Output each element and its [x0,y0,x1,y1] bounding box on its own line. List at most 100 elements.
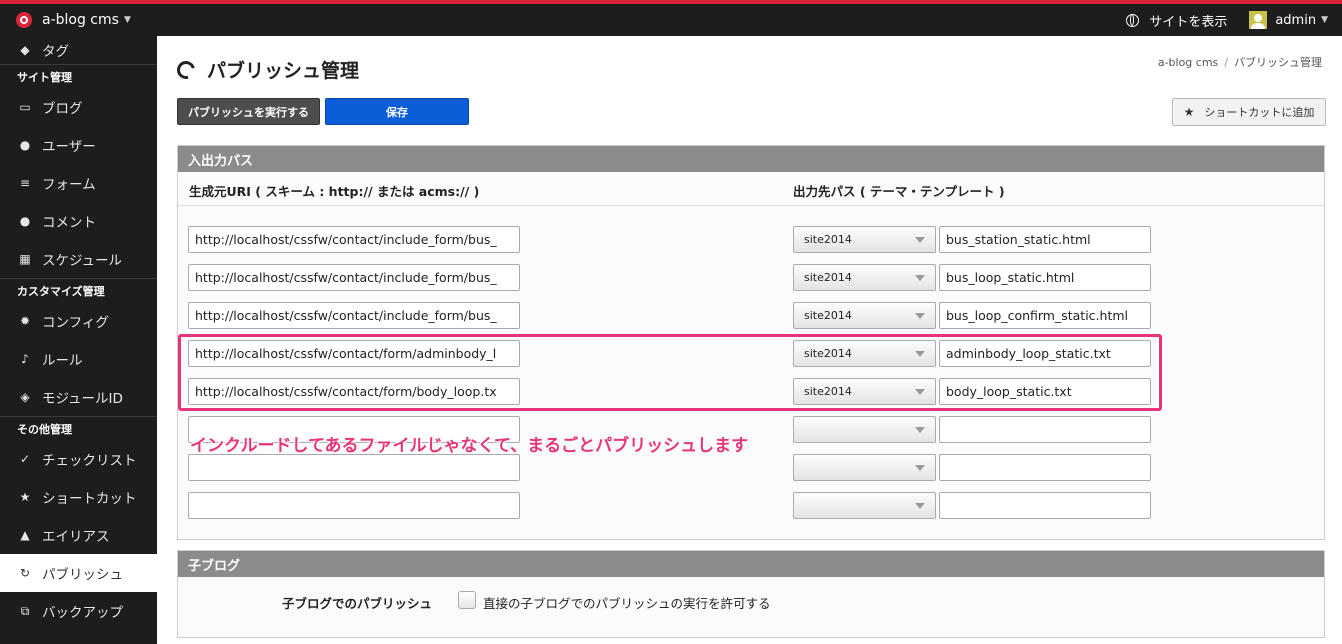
sidebar-item-label: バックアップ [42,605,123,621]
star-icon: ★ [19,490,31,504]
module-icon: ◈ [20,390,30,404]
save-button[interactable]: 保存 [325,98,469,125]
theme-select-value: site2014 [804,309,852,322]
sidebar-item-label: パブリッシュ [42,567,123,583]
sidebar-item-label: ルール [42,353,83,369]
run-publish-button[interactable]: パブリッシュを実行する [177,98,320,125]
main-content: パブリッシュ管理 a-blog cms / パブリッシュ管理 パブリッシュを実行する… [157,36,1342,644]
sidebar-item-label: コンフィグ [42,315,109,331]
table-row [178,454,1324,484]
output-file-input[interactable]: bus_loop_static.html [939,264,1151,291]
sidebar-item-backup[interactable]: ⧉ バックアップ [0,592,157,630]
output-file-input[interactable]: bus_station_static.html [939,226,1151,253]
annotation-text: インクルードしてあるファイルじゃなくて、まるごとパブリッシュします [190,436,749,456]
alias-icon: ▲ [20,528,30,542]
output-file-input[interactable] [939,416,1151,443]
output-file-input[interactable]: bus_loop_confirm_static.html [939,302,1151,329]
globe-icon [1126,13,1140,27]
sidebar-item-label: スケジュール [42,253,123,269]
breadcrumb-home[interactable]: a-blog cms [1158,56,1218,69]
avatar[interactable] [1249,11,1268,29]
sidebar-item-blog[interactable]: ▭ ブログ [0,88,157,126]
sidebar-item-schedule[interactable]: ▦ スケジュール [0,240,157,278]
chevron-down-icon: ▼ [1321,15,1328,25]
gear-icon: ✹ [19,314,31,328]
sidebar-item-config[interactable]: ✹ コンフィグ [0,302,157,340]
sidebar-item-user[interactable]: ● ユーザー [0,126,157,164]
sidebar-item-label: コメント [42,215,96,231]
sidebar-item-publish[interactable]: ↻ パブリッシュ [0,554,157,592]
comment-icon: ● [19,214,31,228]
check-icon: ✓ [19,452,31,466]
tag-icon: ◆ [20,43,30,57]
sidebar-item-shortcut[interactable]: ★ ショートカット [0,478,157,516]
chevron-down-icon [915,503,925,509]
sidebar-item-comment[interactable]: ● コメント [0,202,157,240]
child-publish-label: 子ブログでのパブリッシュ [282,596,433,611]
calendar-icon: ▦ [19,252,31,266]
publish-icon [173,57,199,82]
theme-select-value: site2014 [804,233,852,246]
sidebar-section-site: サイト管理 [0,64,157,88]
allow-child-publish-checkbox[interactable] [458,591,476,609]
sidebar-item-form[interactable]: ≡ フォーム [0,164,157,202]
source-uri-input[interactable]: http://localhost/cssfw/contact/include_f… [188,264,520,291]
source-uri-input[interactable] [188,454,520,481]
ablogcms-logo-icon [16,12,32,28]
theme-select-value: site2014 [804,271,852,284]
output-file-input[interactable]: adminbody_loop_static.txt [939,340,1151,367]
table-row: http://localhost/cssfw/contact/form/body… [178,378,1324,408]
theme-select[interactable]: site2014 [793,226,936,253]
child-blog-row: 子ブログでのパブリッシュ 直接の子ブログでのパブリッシュの実行を許可する [178,577,1324,639]
chevron-down-icon [915,351,925,357]
output-file-input[interactable]: body_loop_static.txt [939,378,1151,405]
user-menu[interactable]: admin [1275,13,1316,28]
add-shortcut-button[interactable]: ★ ショートカットに追加 [1172,98,1326,126]
page-title: パブリッシュ管理 [173,56,360,83]
sidebar-item-module[interactable]: ◈ モジュールID [0,378,157,416]
allow-child-publish-text[interactable]: 直接の子ブログでのパブリッシュの実行を許可する [483,593,771,612]
top-bar: a-blog cms ▼ サイトを表示 admin ▼ [0,0,1342,36]
brand-menu[interactable]: a-blog cms ▼ [16,9,131,31]
source-uri-header: 生成元URI ( スキーム : http:// または acms:// ) [189,184,480,199]
child-blog-panel: 子ブログ 子ブログでのパブリッシュ 直接の子ブログでのパブリッシュの実行を許可す… [177,550,1325,638]
chevron-down-icon [915,427,925,433]
sidebar-item-alias[interactable]: ▲ エイリアス [0,516,157,554]
chevron-down-icon [915,389,925,395]
source-uri-input[interactable]: http://localhost/cssfw/contact/form/admi… [188,340,520,367]
theme-select[interactable] [793,454,936,481]
page-title-text: パブリッシュ管理 [207,60,360,82]
table-row: http://localhost/cssfw/contact/include_f… [178,264,1324,294]
sidebar-item-tag[interactable]: ◆ タグ [0,36,157,64]
theme-select[interactable]: site2014 [793,302,936,329]
output-file-input[interactable] [939,492,1151,519]
user-icon: ● [19,138,31,152]
source-uri-input[interactable]: http://localhost/cssfw/contact/include_f… [188,302,520,329]
source-uri-input[interactable] [188,492,520,519]
sidebar-section-other: その他管理 [0,416,157,440]
child-panel-header: 子ブログ [178,551,1324,577]
theme-select[interactable] [793,492,936,519]
source-uri-input[interactable]: http://localhost/cssfw/contact/form/body… [188,378,520,405]
theme-select[interactable]: site2014 [793,340,936,367]
theme-select[interactable]: site2014 [793,378,936,405]
sidebar-item-checklist[interactable]: ✓ チェックリスト [0,440,157,478]
source-uri-input[interactable]: http://localhost/cssfw/contact/include_f… [188,226,520,253]
rule-icon: ♪ [21,352,29,366]
publish-icon: ↻ [19,566,31,580]
theme-select[interactable] [793,416,936,443]
chevron-down-icon [915,313,925,319]
blog-icon: ▭ [19,100,31,114]
table-row: http://localhost/cssfw/contact/include_f… [178,302,1324,332]
backup-icon: ⧉ [20,603,30,618]
sidebar-item-rule[interactable]: ♪ ルール [0,340,157,378]
breadcrumb-current: パブリッシュ管理 [1234,56,1322,69]
sidebar-section-customize: カスタマイズ管理 [0,278,157,302]
theme-select-value: site2014 [804,385,852,398]
sidebar-item-label: ショートカット [42,491,137,507]
theme-select[interactable]: site2014 [793,264,936,291]
add-shortcut-label: ショートカットに追加 [1204,106,1315,119]
view-site-link[interactable]: サイトを表示 [1149,11,1227,30]
output-file-input[interactable] [939,454,1151,481]
form-icon: ≡ [19,176,31,190]
